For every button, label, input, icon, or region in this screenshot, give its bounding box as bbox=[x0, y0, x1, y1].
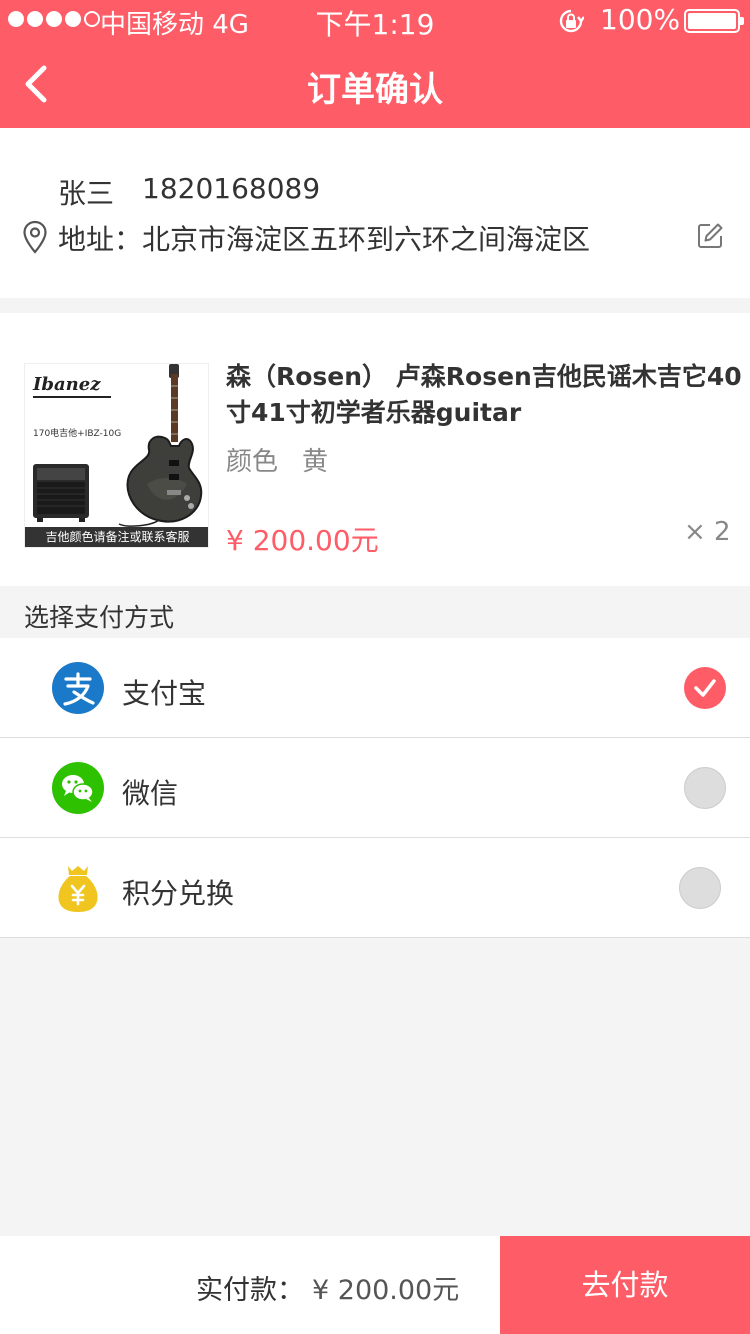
wechat-icon bbox=[52, 762, 104, 814]
product-image[interactable]: Ibanez 170电吉他+IBZ-10G 吉他颜色请备注或联系客服 bbox=[24, 363, 209, 548]
payment-option-points[interactable]: 积分兑换 bbox=[0, 838, 750, 938]
location-pin-icon bbox=[23, 220, 47, 254]
payment-option-wechat[interactable]: 微信 bbox=[0, 738, 750, 838]
amplifier-graphic bbox=[33, 464, 89, 522]
radio-wechat[interactable] bbox=[684, 767, 726, 809]
address-text: 北京市海淀区五环到六环之间海淀区 bbox=[142, 223, 591, 256]
payment-label-points: 积分兑换 bbox=[122, 877, 235, 910]
check-icon bbox=[694, 679, 716, 697]
battery-percent: 100% bbox=[600, 3, 681, 36]
status-bar: 中国移动 4G 下午1:19 100% bbox=[0, 0, 750, 41]
alipay-icon bbox=[52, 662, 104, 714]
product-card[interactable]: Ibanez 170电吉他+IBZ-10G 吉他颜色请备注或联系客服 森（Ros… bbox=[0, 313, 750, 586]
payment-label-wechat: 微信 bbox=[122, 777, 179, 810]
recipient-name: 张三 bbox=[58, 177, 115, 210]
total-amount: ¥ 200.00元 bbox=[312, 1275, 460, 1306]
payment-method-list: 支付宝 微信 积分兑换 bbox=[0, 638, 750, 938]
payment-section-title: 选择支付方式 bbox=[24, 603, 175, 632]
recipient-phone: 1820168089 bbox=[142, 172, 321, 205]
nav-bar: 订单确认 bbox=[0, 40, 750, 128]
product-price: ¥ 200.00元 bbox=[226, 524, 379, 557]
edit-icon[interactable] bbox=[696, 222, 724, 250]
guitar-graphic bbox=[118, 364, 203, 527]
image-brand-text: Ibanez bbox=[33, 374, 101, 395]
payment-option-alipay[interactable]: 支付宝 bbox=[0, 638, 750, 738]
image-caption: 吉他颜色请备注或联系客服 bbox=[25, 527, 208, 547]
payment-label-alipay: 支付宝 bbox=[122, 677, 207, 710]
checkout-bar: 实付款： ¥ 200.00元 去付款 bbox=[0, 1236, 750, 1334]
spec-label: 颜色 bbox=[226, 447, 279, 477]
radio-points[interactable] bbox=[679, 867, 721, 909]
product-name: 森（Rosen） 卢森Rosen吉他民谣木吉它40寸41寸初学者乐器guitar bbox=[226, 362, 742, 427]
address-card[interactable]: 张三 1820168089 地址： 北京市海淀区五环到六环之间海淀区 bbox=[0, 128, 750, 298]
orientation-lock-icon bbox=[559, 9, 584, 33]
address-label: 地址： bbox=[58, 223, 143, 256]
product-quantity: × 2 bbox=[684, 517, 731, 547]
page-title: 订单确认 bbox=[307, 70, 443, 110]
total-label: 实付款： bbox=[196, 1275, 304, 1306]
radio-alipay-selected[interactable] bbox=[684, 667, 726, 709]
battery-icon bbox=[684, 9, 744, 33]
money-bag-icon bbox=[58, 866, 98, 912]
image-brand-underline bbox=[33, 396, 111, 398]
pay-button[interactable]: 去付款 bbox=[500, 1236, 750, 1334]
spec-value: 黄 bbox=[302, 447, 329, 477]
